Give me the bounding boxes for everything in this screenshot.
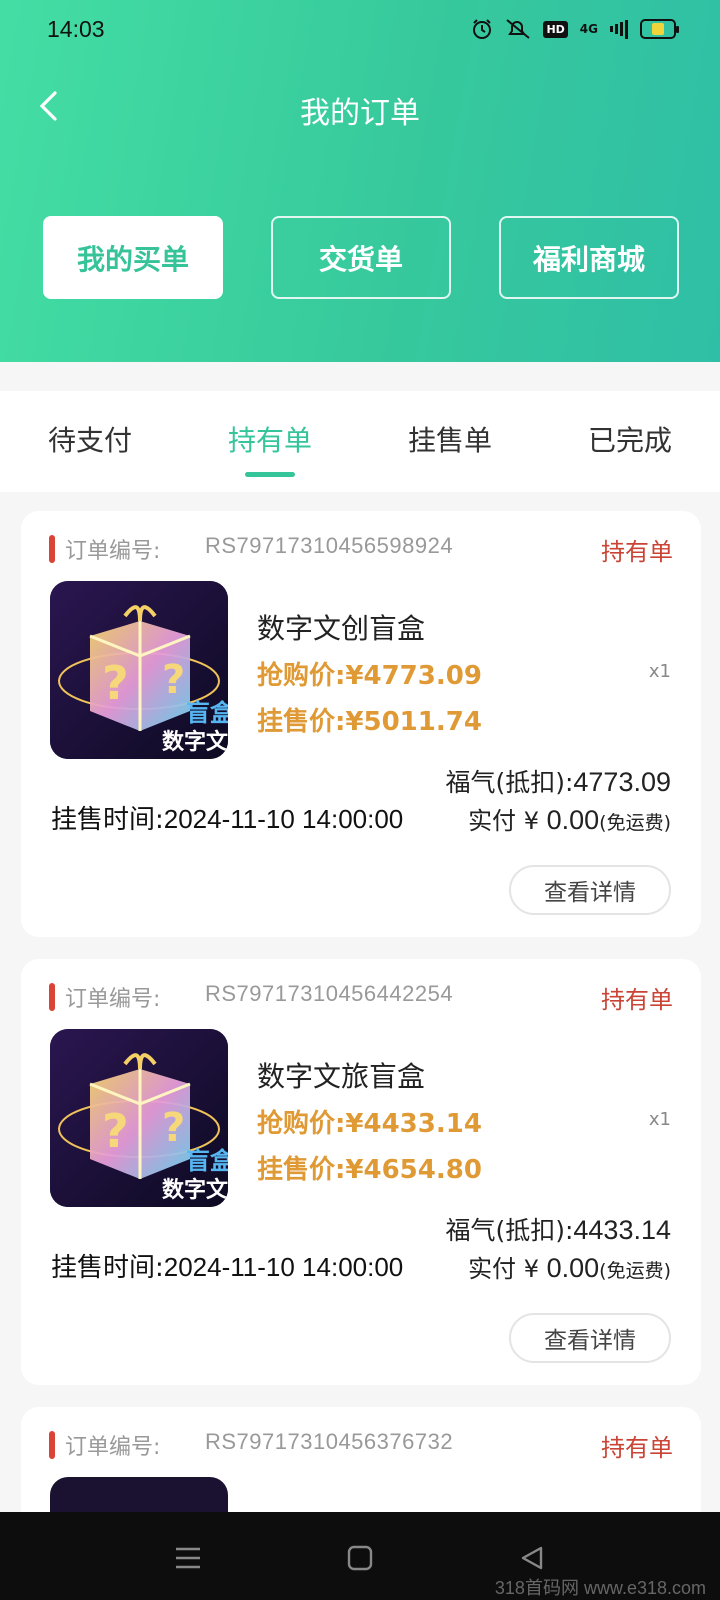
back-nav-button[interactable] bbox=[512, 1538, 552, 1578]
menu-button[interactable] bbox=[168, 1538, 208, 1578]
paid-value: 0.00 bbox=[546, 1253, 600, 1283]
image-caption-text: 数字文 bbox=[162, 729, 228, 755]
svg-text:?: ? bbox=[162, 1105, 185, 1151]
order-number: RS79717310456598924 bbox=[205, 533, 454, 558]
status-icons: HD 4G bbox=[471, 18, 679, 40]
order-status: 持有单 bbox=[601, 538, 673, 566]
deduct-label: 福气(抵扣): bbox=[445, 1216, 574, 1245]
order-no-label: 订单编号: bbox=[65, 987, 161, 1012]
order-status: 持有单 bbox=[601, 986, 673, 1014]
watermark: 318首码网 www.e318.com bbox=[494, 1578, 706, 1598]
sale-price: 挂售价:¥4654.80 bbox=[257, 1155, 482, 1185]
sale-time-label: 挂售时间: bbox=[51, 1253, 164, 1283]
sale-time-value: 2024-11-10 14:00:00 bbox=[163, 804, 404, 834]
tab-on-sale[interactable]: 挂售单 bbox=[360, 415, 540, 469]
quantity: x1 bbox=[648, 661, 671, 682]
order-header: 订单编号: RS79717310456598924 持有单 bbox=[49, 533, 673, 566]
order-status: 持有单 bbox=[601, 1434, 673, 1462]
deduct-value: 4773.09 bbox=[573, 767, 671, 797]
order-number: RS79717310456376732 bbox=[205, 1429, 454, 1454]
tab-holding[interactable]: 持有单 bbox=[180, 415, 360, 477]
tab-pending-payment[interactable]: 待支付 bbox=[0, 415, 180, 469]
order-type-tabs: 我的买单 交货单 福利商城 bbox=[43, 216, 679, 299]
buy-price: 抢购价:¥4773.09 bbox=[257, 661, 482, 691]
view-details-button[interactable]: 查看详情 bbox=[509, 865, 671, 915]
paid-label: 实付 ¥ bbox=[468, 807, 539, 835]
svg-text:?: ? bbox=[102, 1104, 129, 1158]
paid-amount: 实付 ¥ 0.00(免运费) bbox=[468, 801, 671, 836]
svg-text:?: ? bbox=[162, 657, 185, 703]
image-caption-text: 数字文 bbox=[162, 1177, 228, 1203]
network-label: 4G bbox=[579, 22, 598, 36]
order-header: 订单编号: RS79717310456376732 持有单 bbox=[49, 1429, 673, 1462]
mute-icon bbox=[505, 18, 531, 40]
order-no-label: 订单编号: bbox=[65, 539, 161, 564]
tab-welfare-mall[interactable]: 福利商城 bbox=[499, 216, 679, 299]
product-name: 数字文旅盲盒 bbox=[257, 1060, 426, 1093]
paid-note: (免运费) bbox=[599, 812, 671, 834]
tab-completed[interactable]: 已完成 bbox=[540, 415, 720, 469]
order-marker bbox=[49, 1431, 55, 1459]
view-details-button[interactable]: 查看详情 bbox=[509, 1313, 671, 1363]
deduct-value: 4433.14 bbox=[573, 1215, 671, 1245]
order-marker bbox=[49, 983, 55, 1011]
page-title: 我的订单 bbox=[300, 96, 420, 131]
sale-time: 挂售时间:2024-11-10 14:00:00 bbox=[51, 1247, 403, 1284]
product-name: 数字文创盲盒 bbox=[257, 612, 426, 645]
back-triangle-icon bbox=[521, 1546, 543, 1570]
status-bar: 14:03 HD 4G bbox=[0, 0, 720, 64]
sale-time-label: 挂售时间: bbox=[51, 805, 164, 835]
deduct-amount: 福气(抵扣):4773.09 bbox=[445, 763, 671, 799]
image-badge-text: 盲盒 bbox=[186, 1147, 228, 1175]
order-card: 订单编号: RS79717310456598924 持有单 ? ? 盲盒 数字文… bbox=[21, 511, 701, 937]
order-no-label: 订单编号: bbox=[65, 1435, 161, 1460]
system-nav-bar: 318首码网 www.e318.com bbox=[0, 1512, 720, 1600]
sale-time: 挂售时间:2024-11-10 14:00:00 bbox=[51, 799, 403, 836]
header: 14:03 HD 4G 我的订单 我的买单 交货单 福利商城 bbox=[0, 0, 720, 362]
product-image[interactable]: ? ? 盲盒 数字文 bbox=[50, 1029, 228, 1207]
deduct-amount: 福气(抵扣):4433.14 bbox=[445, 1211, 671, 1247]
image-badge-text: 盲盒 bbox=[186, 699, 228, 727]
hd-icon: HD bbox=[543, 20, 568, 38]
battery-icon bbox=[640, 19, 679, 39]
status-tabs: 待支付 持有单 挂售单 已完成 bbox=[0, 391, 720, 492]
tab-delivery-orders[interactable]: 交货单 bbox=[271, 216, 451, 299]
alarm-icon bbox=[471, 18, 493, 40]
home-icon bbox=[347, 1545, 373, 1571]
tab-my-buy-orders[interactable]: 我的买单 bbox=[43, 216, 223, 299]
menu-icon bbox=[176, 1547, 200, 1569]
order-marker bbox=[49, 535, 55, 563]
deduct-label: 福气(抵扣): bbox=[445, 768, 574, 797]
paid-value: 0.00 bbox=[546, 805, 600, 835]
sale-time-value: 2024-11-10 14:00:00 bbox=[163, 1252, 404, 1282]
order-card: 订单编号: RS79717310456442254 持有单 ? ? 盲盒 数字文… bbox=[21, 959, 701, 1385]
svg-text:?: ? bbox=[102, 656, 129, 710]
order-header: 订单编号: RS79717310456442254 持有单 bbox=[49, 981, 673, 1014]
home-button[interactable] bbox=[340, 1538, 380, 1578]
status-time: 14:03 bbox=[47, 16, 105, 42]
quantity: x1 bbox=[648, 1109, 671, 1130]
paid-amount: 实付 ¥ 0.00(免运费) bbox=[468, 1249, 671, 1284]
buy-price: 抢购价:¥4433.14 bbox=[257, 1109, 482, 1139]
paid-note: (免运费) bbox=[599, 1260, 671, 1282]
sale-price: 挂售价:¥5011.74 bbox=[257, 707, 482, 737]
signal-icon bbox=[610, 19, 628, 39]
paid-label: 实付 ¥ bbox=[468, 1255, 539, 1283]
order-number: RS79717310456442254 bbox=[205, 981, 454, 1006]
product-image[interactable]: ? ? 盲盒 数字文 bbox=[50, 581, 228, 759]
